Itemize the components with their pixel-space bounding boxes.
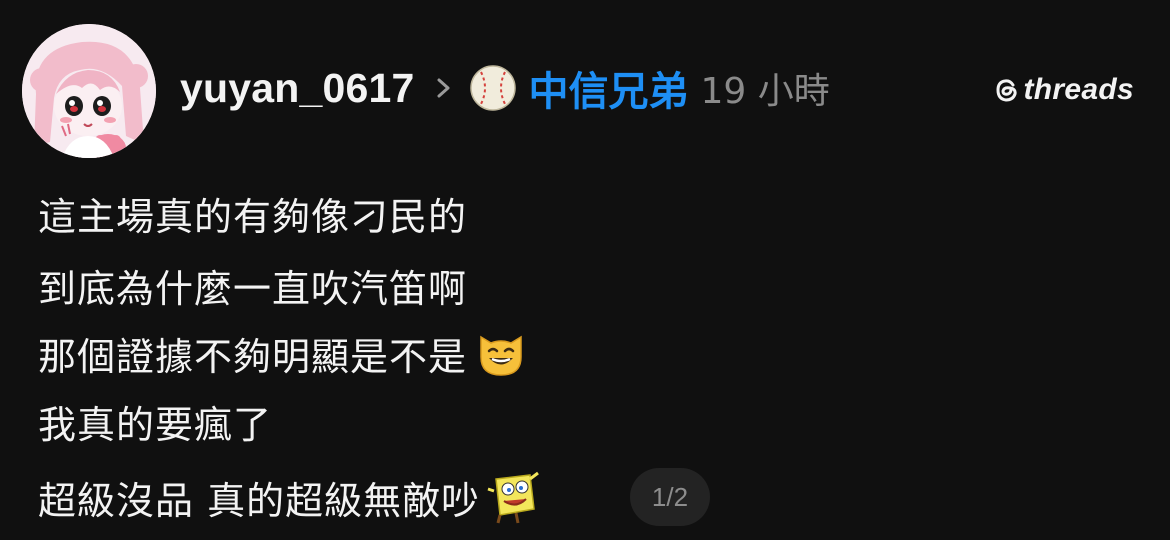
threads-logo-icon — [994, 75, 1020, 105]
threads-brand: threads — [994, 70, 1134, 110]
post-text-line: 那個證據不夠明顯是不是 — [38, 326, 527, 380]
pager-label: 1/2 — [651, 481, 689, 512]
grinning-cat-emoji — [475, 327, 527, 379]
post-header: yuyan_0617 中信兄弟 19 小時 — [180, 58, 830, 118]
username-link[interactable]: yuyan_0617 — [180, 65, 415, 112]
avatar[interactable] — [22, 24, 156, 158]
topic-tag-link[interactable]: 中信兄弟 — [529, 59, 689, 117]
post-text-line: 到底為什麼一直吹汽笛啊 — [38, 258, 467, 312]
post-timestamp: 19 小時 — [700, 71, 830, 112]
threads-wordmark: threads — [1023, 73, 1134, 106]
post-text-line: 超級沒品 真的超級無敵吵 — [38, 470, 542, 524]
post-text-line: 我真的要瘋了 — [38, 394, 272, 448]
post-text-line-2: 到底為什麼一直吹汽笛啊 — [38, 266, 468, 311]
post-text-line-1: 這主場真的有夠像刁民的 — [38, 194, 468, 239]
chevron-right-icon — [431, 73, 457, 103]
anime-girl-avatar — [22, 24, 156, 158]
post-text-line-4: 我真的要瘋了 — [38, 402, 273, 447]
baseball-icon — [469, 64, 517, 112]
post-text-line: 這主場真的有夠像刁民的 — [38, 186, 467, 240]
post-text-line-5: 超級沒品 真的超級無敵吵 — [38, 478, 481, 523]
media-pager-badge[interactable]: 1/2 — [630, 468, 710, 526]
post-text-line-3: 那個證據不夠明顯是不是 — [38, 334, 468, 379]
spongebob-sticker — [486, 469, 542, 525]
